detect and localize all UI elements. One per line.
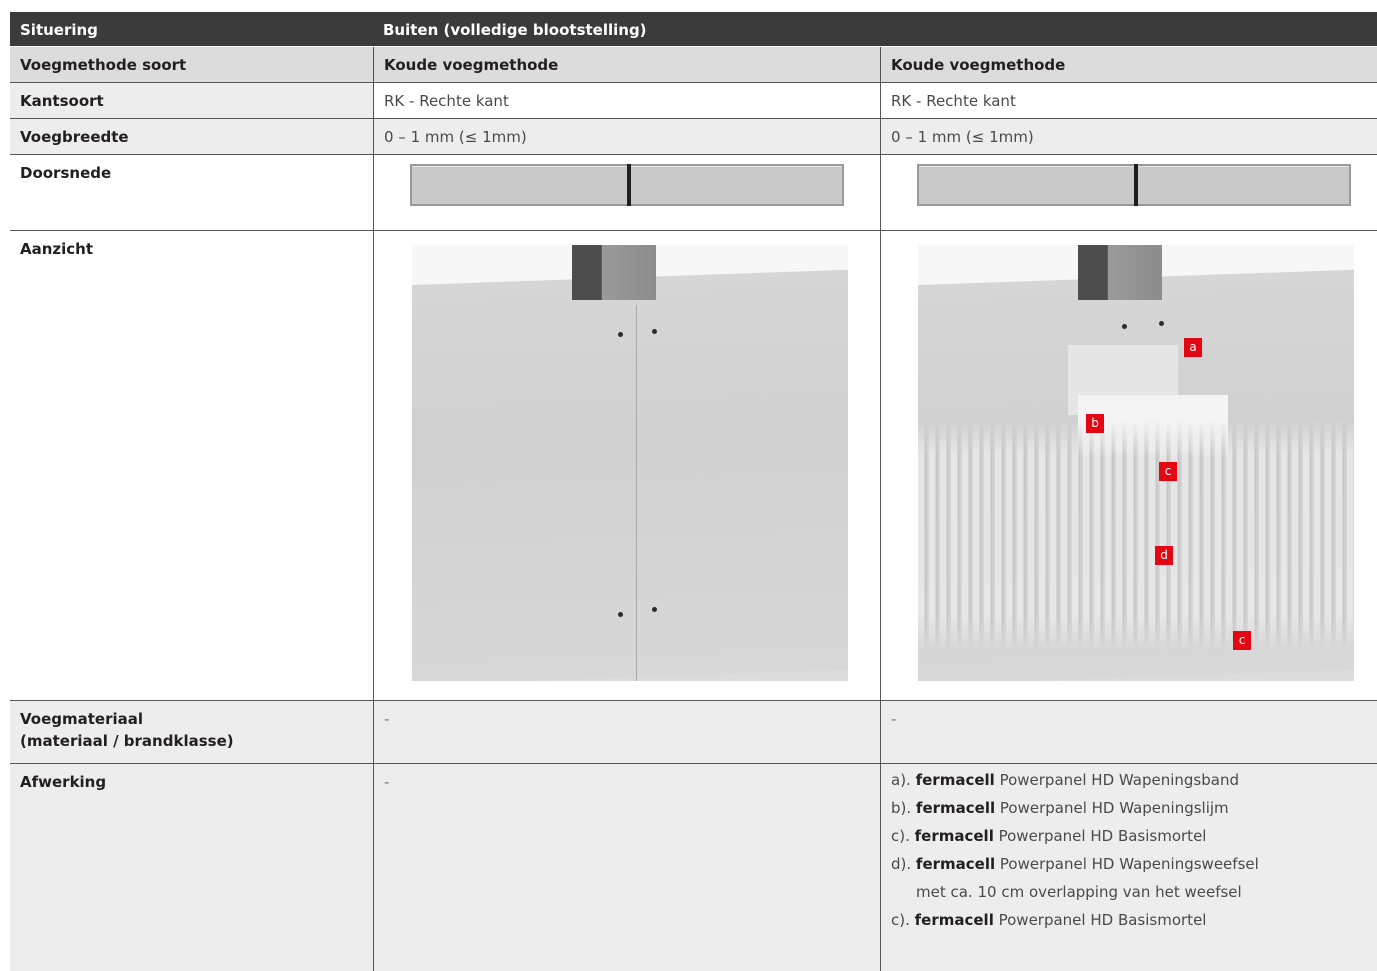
afwerking-item: b). fermacell Powerpanel HD Wapeningslij… — [891, 799, 1229, 817]
situering-value: Buiten (volledige blootstelling) — [383, 21, 647, 39]
row-voegmethode: Voegmethode soort Koude voegmethode Koud… — [10, 47, 1377, 83]
screw — [1122, 324, 1127, 329]
row-voegmateriaal: Voegmateriaal (materiaal / brandklasse) … — [10, 701, 1377, 764]
joint-line — [627, 164, 631, 206]
afwerking-label: Afwerking — [20, 773, 107, 791]
joint-photo-finished: a b c d c — [918, 245, 1354, 681]
voegmethode-label: Voegmethode soort — [20, 56, 187, 74]
label-tag-c2: c — [1233, 631, 1251, 650]
aanzicht-col1 — [373, 231, 880, 700]
screw — [618, 332, 623, 337]
row-doorsnede: Doorsnede — [10, 155, 1377, 231]
reinforcement-mesh — [918, 420, 1354, 650]
label-tag-a: a — [1184, 338, 1202, 357]
screw — [618, 612, 623, 617]
label-tag-b: b — [1086, 414, 1104, 433]
joint-line — [1134, 164, 1138, 206]
voegmateriaal-col2: - — [880, 701, 1377, 763]
situering-label: Situering — [20, 21, 98, 39]
cross-section-diagram — [917, 164, 1351, 206]
label-tag-c: c — [1159, 462, 1177, 481]
voegbreedte-col2: 0 – 1 mm (≤ 1mm) — [880, 119, 1377, 154]
afwerking-item: a). fermacell Powerpanel HD Wapeningsban… — [891, 771, 1239, 789]
board-seam — [636, 305, 637, 681]
aanzicht-label: Aanzicht — [20, 240, 94, 258]
voegbreedte-col1: 0 – 1 mm (≤ 1mm) — [373, 119, 880, 154]
screw — [652, 607, 657, 612]
afwerking-list: a). fermacell Powerpanel HD Wapeningsban… — [891, 766, 1367, 934]
voegmateriaal-label: Voegmateriaal (materiaal / brandklasse) — [10, 701, 373, 763]
afwerking-item: c). fermacell Powerpanel HD Basismortel — [891, 911, 1207, 929]
kantsoort-col1: RK - Rechte kant — [373, 83, 880, 118]
afwerking-item: d). fermacell Powerpanel HD Wapeningswee… — [891, 855, 1259, 873]
kantsoort-col2: RK - Rechte kant — [880, 83, 1377, 118]
voegmateriaal-col1: - — [373, 701, 880, 763]
afwerking-col1: - — [373, 764, 880, 971]
metal-post — [1078, 245, 1162, 300]
metal-post — [572, 245, 656, 300]
joint-photo-plain — [412, 245, 848, 681]
voegmethode-col1: Koude voegmethode — [373, 47, 880, 82]
label-tag-d: d — [1155, 546, 1173, 565]
voegmateriaal-label-line1: Voegmateriaal — [20, 710, 144, 728]
afwerking-item-continuation: met ca. 10 cm overlapping van het weefse… — [916, 883, 1242, 901]
doorsnede-label: Doorsnede — [20, 164, 112, 182]
voegmethode-col2: Koude voegmethode — [880, 47, 1377, 82]
afwerking-item: c). fermacell Powerpanel HD Basismortel — [891, 827, 1207, 845]
row-voegbreedte: Voegbreedte 0 – 1 mm (≤ 1mm) 0 – 1 mm (≤… — [10, 119, 1377, 155]
aanzicht-col2: a b c d c — [880, 231, 1377, 700]
voegmateriaal-label-line2: (materiaal / brandklasse) — [20, 732, 234, 750]
afwerking-col2: a). fermacell Powerpanel HD Wapeningsban… — [880, 764, 1377, 971]
screw — [652, 329, 657, 334]
voegbreedte-label: Voegbreedte — [20, 128, 129, 146]
row-aanzicht: Aanzicht a b c d c — [10, 231, 1377, 701]
row-afwerking: Afwerking - a). fermacell Powerpanel HD … — [10, 764, 1377, 971]
doorsnede-col1 — [373, 155, 880, 230]
row-kantsoort: Kantsoort RK - Rechte kant RK - Rechte k… — [10, 83, 1377, 119]
doorsnede-col2 — [880, 155, 1377, 230]
kantsoort-label: Kantsoort — [20, 92, 104, 110]
row-situering: Situering Buiten (volledige blootstellin… — [10, 12, 1377, 46]
board-panel — [412, 269, 848, 681]
cross-section-diagram — [410, 164, 844, 206]
screw — [1159, 321, 1164, 326]
